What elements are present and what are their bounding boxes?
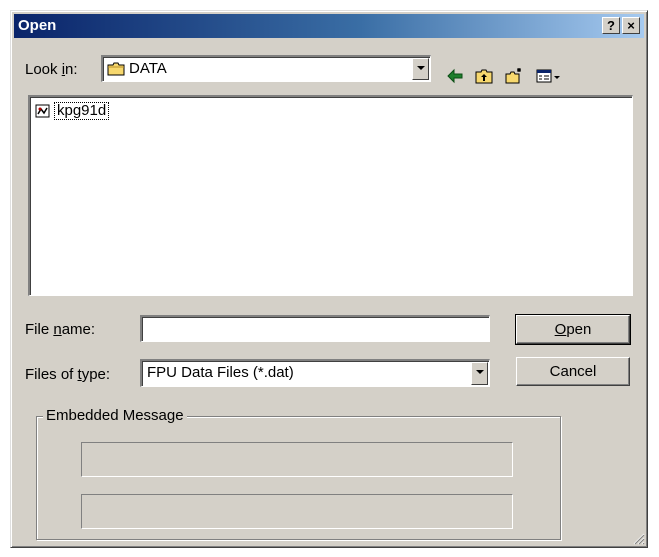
file-type-combo[interactable]: FPU Data Files (*.dat) (140, 359, 490, 387)
look-in-label: Look in: (25, 61, 78, 78)
message-line-1 (81, 442, 513, 477)
file-name-label: kpg91d (54, 102, 110, 120)
data-file-icon (35, 104, 50, 118)
back-arrow-icon[interactable] (445, 66, 465, 86)
cancel-button[interactable]: Cancel (516, 357, 630, 386)
view-menu-icon[interactable] (535, 66, 563, 86)
file-name-input[interactable] (140, 315, 490, 342)
up-folder-icon[interactable] (474, 66, 494, 86)
resize-grip-icon[interactable] (631, 531, 645, 545)
dialog-title: Open (18, 17, 57, 34)
title-bar[interactable]: Open ? × (14, 14, 644, 38)
embedded-message-group: Embedded Message (36, 407, 561, 540)
message-line-2 (81, 494, 513, 529)
folder-icon (107, 62, 125, 76)
list-item[interactable]: kpg91d (35, 102, 110, 120)
open-button[interactable]: Open (515, 314, 631, 345)
file-list[interactable]: kpg91d (28, 95, 633, 296)
file-type-label: Files of type: (25, 366, 111, 383)
close-button[interactable]: × (622, 17, 640, 34)
file-name-label: File name: (25, 321, 96, 338)
file-type-dropdown-arrow[interactable] (471, 362, 488, 385)
file-type-value: FPU Data Files (*.dat) (147, 364, 294, 381)
embedded-message-legend: Embedded Message (43, 407, 187, 424)
look-in-value: DATA (129, 60, 167, 77)
look-in-dropdown-arrow[interactable] (412, 58, 429, 80)
look-in-combo[interactable]: DATA (101, 55, 431, 82)
open-dialog: Open ? × Look in: DATA kpg91d File name:… (10, 10, 648, 548)
new-folder-icon[interactable] (504, 66, 524, 86)
help-button[interactable]: ? (602, 17, 620, 34)
